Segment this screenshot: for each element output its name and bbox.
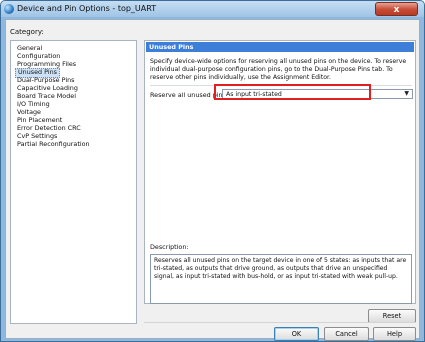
dialog-window: Device and Pin Options - top_UART x Cate… <box>0 0 425 342</box>
ok-button[interactable]: OK <box>274 327 319 341</box>
category-item-io-timing[interactable]: I/O Timing <box>15 100 52 108</box>
window-title: Device and Pin Options - top_UART <box>17 4 157 13</box>
panel-intro-text: Specify device-wide options for reservin… <box>150 58 407 81</box>
category-item-capacitive-loading[interactable]: Capacitive Loading <box>15 84 80 92</box>
help-button[interactable]: Help <box>373 327 416 341</box>
category-item-voltage[interactable]: Voltage <box>15 108 43 116</box>
dropdown-value: As input tri-stated <box>226 91 282 98</box>
close-button[interactable]: x <box>375 2 418 16</box>
reserve-unused-pins-label: Reserve all unused pins: <box>150 91 229 99</box>
button-divider <box>144 322 416 323</box>
category-item-dual-purpose-pins[interactable]: Dual-Purpose Pins <box>15 76 77 84</box>
description-label: Description: <box>150 243 189 251</box>
category-item-configuration[interactable]: Configuration <box>15 52 62 60</box>
category-item-general[interactable]: General <box>15 44 44 52</box>
category-item-programming-files[interactable]: Programming Files <box>15 60 78 68</box>
separator <box>150 85 412 86</box>
category-tree[interactable]: General Configuration Programming Files … <box>10 40 137 324</box>
cancel-button[interactable]: Cancel <box>324 327 369 341</box>
category-item-pin-placement[interactable]: Pin Placement <box>15 116 64 124</box>
description-box: Reserves all unused pins on the target d… <box>150 254 412 304</box>
panel-header: Unused Pins <box>146 42 414 52</box>
category-item-board-trace-model[interactable]: Board Trace Model <box>15 92 78 100</box>
category-item-partial-reconfiguration[interactable]: Partial Reconfiguration <box>15 140 92 148</box>
category-label: Category: <box>10 28 44 36</box>
chevron-down-icon[interactable]: ▼ <box>404 90 409 97</box>
reset-button[interactable]: Reset <box>368 309 416 323</box>
dialog-body: Category: General Configuration Programm… <box>5 19 420 341</box>
app-globe-icon <box>4 4 14 14</box>
category-item-cvp-settings[interactable]: CvP Settings <box>15 132 59 140</box>
title-bar[interactable]: Device and Pin Options - top_UART x <box>1 1 424 17</box>
unused-pins-panel: Unused Pins Specify device-wide options … <box>144 40 416 304</box>
category-item-error-detection-crc[interactable]: Error Detection CRC <box>15 124 83 132</box>
reserve-unused-pins-dropdown[interactable]: As input tri-stated ▼ <box>222 89 413 99</box>
